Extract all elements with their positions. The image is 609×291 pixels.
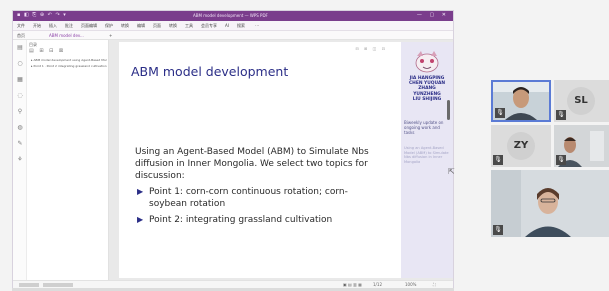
page-toolbar[interactable]: ⊟ ⊞ ◫ ⊡ [355, 46, 387, 51]
mic-icon[interactable]: 🎙 [556, 155, 566, 165]
bullet-arrow-icon: ▶ [137, 187, 144, 196]
meeting-subtitle: Biweekly update on ongoing work and task… [404, 120, 444, 135]
participant-tile-zy[interactable]: ZY 🎙 [491, 125, 551, 167]
author-list: JIA HANGPING CHEN YUQUAN ZHANG YUNZHENG … [408, 76, 446, 102]
bullet-text: Point 2: integrating grassland cultivati… [149, 215, 333, 225]
page-thumbnail-strip [19, 283, 39, 287]
participant-initials: SL [567, 87, 595, 115]
document-tab-bar: 首页 ABM model dev... + [13, 31, 453, 40]
menu-bar: 文件 开始 插入 批注 页面编辑 保护 转换 编辑 页面 转换 工具 会员专享 … [13, 21, 453, 31]
search-icon[interactable]: ○ [16, 60, 24, 68]
bullet-point-2: ▶ Point 2: integrating grassland cultiva… [135, 214, 380, 226]
mic-icon[interactable]: 🎙 [493, 225, 503, 235]
mouse-cursor-icon: ⇱ [448, 167, 455, 176]
section-summary: Using an Agent-Based Model (ABM) to Simu… [404, 146, 449, 164]
participant-video-feed [491, 170, 609, 237]
menu-item-edit[interactable]: 编辑 [137, 23, 145, 29]
cartoon-logo-icon [415, 51, 439, 73]
tab-abm-model[interactable]: ABM model dev... [49, 33, 84, 38]
slide-sidebar: JIA HANGPING CHEN YUQUAN ZHANG YUNZHENG … [401, 42, 453, 278]
menu-item-member[interactable]: 会员专享 [201, 23, 217, 29]
slide-page: ⊟ ⊞ ◫ ⊡ ABM model development Using an A… [119, 42, 453, 278]
menu-item-convert-2[interactable]: 转换 [169, 23, 177, 29]
zoom-level[interactable]: 100% [405, 282, 416, 287]
menu-item-ai[interactable]: AI [225, 23, 229, 28]
bullet-point-1: ▶ Point 1: corn-corn continuous rotation… [135, 186, 380, 210]
slide-intro: Using an Agent-Based Model (ABM) to Simu… [135, 147, 369, 181]
menu-item-home[interactable]: 开始 [33, 23, 41, 29]
slide-title: ABM model development [131, 64, 289, 79]
quick-access-toolbar[interactable]: ▪ ◧ ⎘ ⊕ ↶ ↷ ▾ [17, 12, 67, 18]
menu-item-comment[interactable]: 批注 [65, 23, 73, 29]
title-bar: ▪ ◧ ⎘ ⊕ ↶ ↷ ▾ ABM model development — WP… [13, 11, 453, 21]
translate-icon[interactable]: ⚘ [16, 156, 24, 164]
menu-item-more[interactable]: ⋯ [255, 23, 259, 28]
participant-tile-sl[interactable]: SL 🎙 [554, 80, 609, 122]
bullet-arrow-icon: ▶ [137, 215, 144, 224]
participant-video-tile[interactable]: 🎙 [491, 80, 551, 122]
mic-icon[interactable]: 🎙 [556, 110, 566, 120]
page-thumbnail-strip [43, 283, 73, 287]
window-controls[interactable]: — ▢ ✕ [417, 12, 449, 18]
bullet-text: Point 1: corn-corn continuous rotation; … [149, 187, 348, 209]
participant-video-tile[interactable]: 🎙 [491, 170, 609, 237]
outline-tools[interactable]: ▤ ⊞ ⊟ ⊠ [29, 48, 65, 54]
outline-item[interactable]: ▸ ABM model development using Agent-Base… [31, 58, 107, 62]
thumbnail-icon[interactable]: ▦ [16, 76, 24, 84]
vertical-scrollbar[interactable] [447, 100, 450, 120]
menu-item-page[interactable]: 页面 [153, 23, 161, 29]
menu-item-convert[interactable]: 转换 [121, 23, 129, 29]
annotation-icon[interactable]: ◌ [16, 92, 24, 100]
slide-body: Using an Agent-Based Model (ABM) to Simu… [135, 146, 380, 226]
menu-item-file[interactable]: 文件 [17, 23, 25, 29]
view-mode-icons[interactable]: ▣ ▤ ▥ ▦ [343, 282, 362, 287]
tab-home[interactable]: 首页 [17, 33, 25, 39]
participant-video-tile[interactable]: 🎙 [554, 125, 609, 167]
menu-item-insert[interactable]: 插入 [49, 23, 57, 29]
signature-icon[interactable]: ✎ [16, 140, 24, 148]
menu-item-search[interactable]: 搜索 [237, 23, 245, 29]
menu-item-page-edit[interactable]: 页面编辑 [81, 23, 97, 29]
window-title: ABM model development — WPS PDF [193, 13, 268, 18]
participant-initials: ZY [507, 132, 535, 160]
layers-icon[interactable]: ◍ [16, 124, 24, 132]
screen: ▪ ◧ ⎘ ⊕ ↶ ↷ ▾ ABM model development — WP… [0, 0, 609, 291]
mic-icon[interactable]: 🎙 [493, 155, 503, 165]
menu-item-protect[interactable]: 保护 [105, 23, 113, 29]
outline-item[interactable]: ▸ Point 1 · Point 2 integrating grasslan… [31, 64, 107, 68]
bookmark-icon[interactable]: ▤ [16, 44, 24, 52]
status-bar: ▣ ▤ ▥ ▦ 1/12 100% ⛶ [13, 280, 453, 288]
page-indicator[interactable]: 1/12 [373, 282, 382, 287]
new-tab-button[interactable]: + [109, 33, 112, 38]
mic-icon[interactable]: 🎙 [495, 108, 505, 118]
pdf-reader-window: ▪ ◧ ⎘ ⊕ ↶ ↷ ▾ ABM model development — WP… [12, 10, 454, 288]
outline-panel: ▤ ○ ▦ ◌ ⚲ ◍ ✎ ⚘ 目录 ▤ ⊞ ⊟ ⊠ ▸ ABM model d… [13, 40, 109, 280]
document-view[interactable]: ⊟ ⊞ ◫ ⊡ ABM model development Using an A… [109, 40, 453, 280]
fullscreen-icon[interactable]: ⛶ [433, 282, 436, 287]
menu-item-tools[interactable]: 工具 [185, 23, 193, 29]
attachment-icon[interactable]: ⚲ [16, 108, 24, 116]
side-icon-rail: ▤ ○ ▦ ◌ ⚲ ◍ ✎ ⚘ [13, 40, 27, 280]
